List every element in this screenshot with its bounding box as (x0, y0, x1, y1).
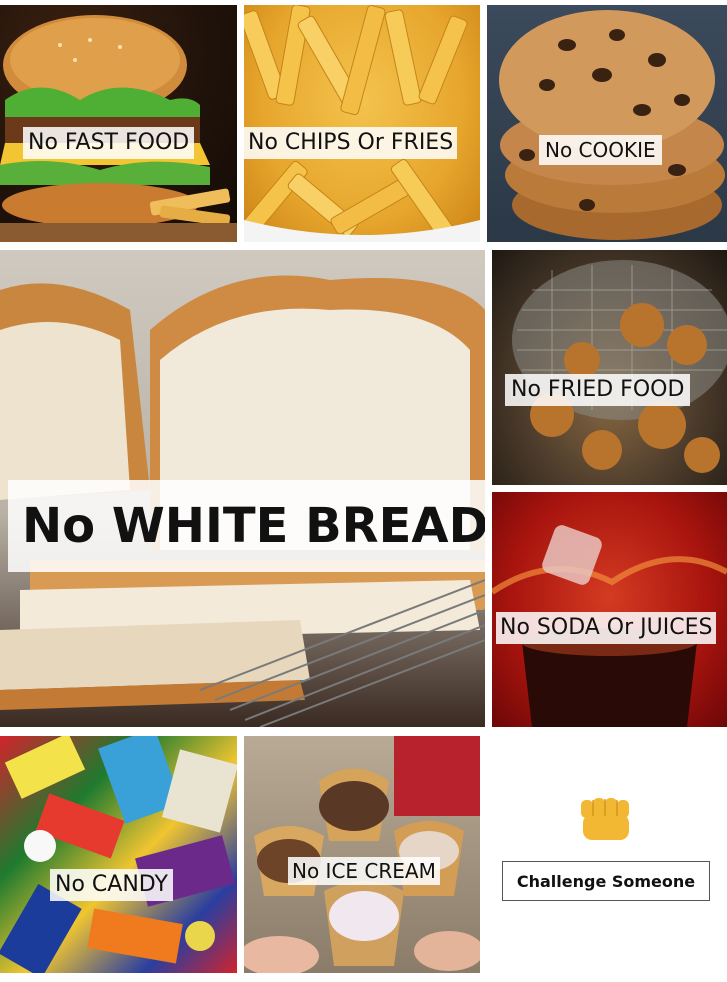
candy-image (0, 736, 237, 973)
tile-fast-food: No FAST FOOD (0, 5, 237, 242)
tile-ice-cream: No ICE CREAM (244, 736, 480, 973)
soda-image (492, 525, 727, 727)
tile-label: No FAST FOOD (23, 127, 195, 159)
tile-chips-fries: No CHIPS Or FRIES (244, 5, 480, 242)
tile-fried-food: No FRIED FOOD (492, 250, 727, 485)
burger-image (0, 15, 237, 242)
tile-candy: No CANDY (0, 736, 237, 973)
tile-label: No WHITE BREAD (8, 480, 485, 572)
challenge-someone-button[interactable]: Challenge Someone (502, 861, 710, 901)
tile-label: No FRIED FOOD (505, 374, 691, 406)
challenge-panel: Challenge Someone (487, 736, 727, 982)
fries-image (244, 5, 480, 242)
fist-icon (581, 798, 629, 840)
tile-label: No CANDY (50, 869, 173, 901)
tile-soda-juices: No SODA Or JUICES (492, 492, 727, 727)
tile-label: No SODA Or JUICES (496, 612, 717, 644)
tile-label: No CHIPS Or FRIES (244, 127, 458, 159)
tile-white-bread: No WHITE BREAD (0, 250, 485, 727)
ice-cream-image (244, 736, 480, 973)
cookie-image (499, 10, 725, 240)
fried-food-image (512, 260, 727, 473)
tile-label: No COOKIE (539, 135, 662, 165)
tile-cookie: No COOKIE (487, 5, 727, 242)
tile-label: No ICE CREAM (288, 857, 440, 885)
